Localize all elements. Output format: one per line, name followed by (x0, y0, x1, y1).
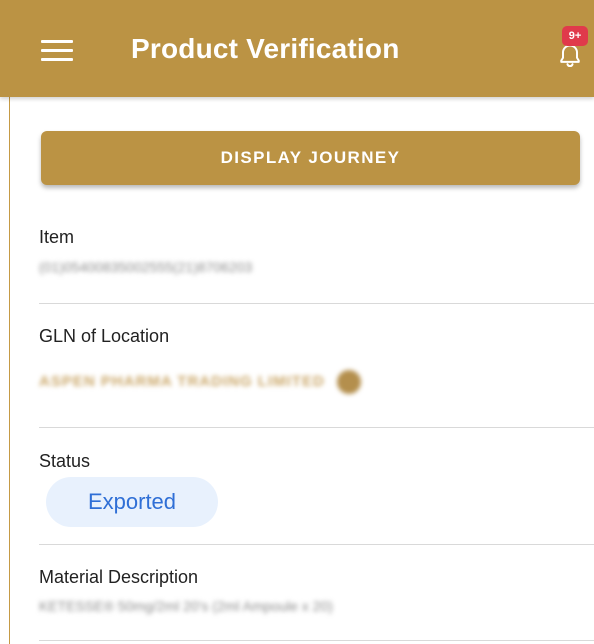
gln-label: GLN of Location (39, 326, 170, 346)
notification-badge: 9+ (562, 26, 588, 46)
hamburger-menu-icon[interactable] (41, 40, 73, 62)
status-badge: Exported (46, 477, 218, 527)
divider (39, 303, 594, 304)
info-icon[interactable] (336, 370, 361, 394)
item-label: Item (39, 227, 75, 247)
divider (39, 544, 594, 545)
app-bar: Product Verification 9+ (0, 0, 594, 97)
notifications-button[interactable]: 9+ (554, 26, 594, 72)
gln-value: ASPEN PHARMA TRADING LIMITED (39, 372, 325, 390)
divider (39, 640, 594, 641)
divider (39, 427, 594, 428)
status-label: Status (39, 451, 91, 471)
item-value: (01)05400835002555(21)8706203 (39, 259, 253, 275)
app-screen: Product Verification 9+ DISPLAY JOURNEY … (0, 0, 594, 644)
material-description-value: KETESSE® 50mg/2ml 20's (2ml Ampoule x 20… (39, 598, 333, 614)
material-description-label: Material Description (39, 567, 199, 587)
page-title: Product Verification (131, 33, 400, 64)
gln-value-row: ASPEN PHARMA TRADING LIMITED (39, 370, 361, 394)
bell-icon (560, 44, 580, 68)
display-journey-button[interactable]: DISPLAY JOURNEY (41, 131, 580, 185)
